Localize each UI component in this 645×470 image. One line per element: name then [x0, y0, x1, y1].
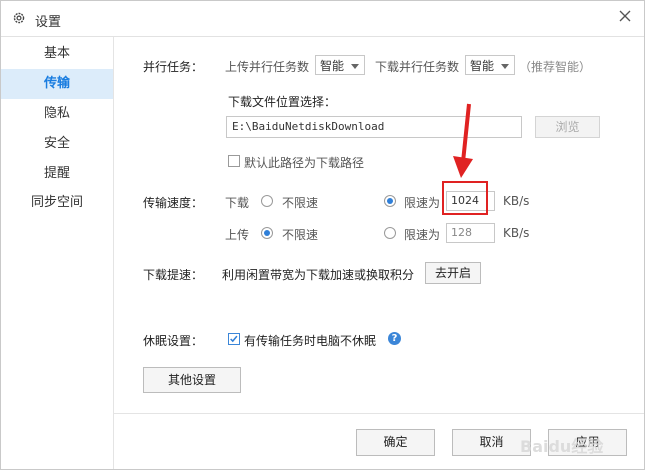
sidebar-item-reminder[interactable]: 提醒 [1, 159, 113, 189]
boost-description: 利用闲置带宽为下载加速或换取积分 [222, 268, 415, 282]
upload-limit-input[interactable]: 128 [446, 223, 495, 243]
default-path-label: 默认此路径为下载路径 [244, 156, 365, 170]
upload-parallel-select[interactable]: 智能 [315, 55, 365, 75]
download-location-heading: 下载文件位置选择： [228, 95, 337, 109]
speed-section-label: 传输速度： [143, 196, 204, 210]
settings-sidebar: 基本 传输 隐私 安全 提醒 同步空间 [1, 37, 114, 469]
title-bar: 设置 [1, 1, 644, 37]
settings-content: 并行任务： 上传并行任务数 智能 下载并行任务数 智能 （推荐智能） 下载文件位… [114, 37, 644, 469]
sidebar-item-transfer[interactable]: 传输 [1, 69, 113, 99]
download-parallel-value: 智能 [470, 59, 495, 73]
download-parallel-select[interactable]: 智能 [465, 55, 515, 75]
annotation-arrow-icon [453, 103, 473, 178]
boost-section-label: 下载提速： [143, 268, 204, 282]
annotation-highlight-box [442, 181, 488, 215]
upload-parallel-value: 智能 [320, 59, 345, 73]
sidebar-item-privacy[interactable]: 隐私 [1, 99, 113, 129]
browse-button[interactable]: 浏览 [535, 116, 600, 138]
download-limit-label: 限速为 [404, 196, 441, 210]
help-icon[interactable]: ? [388, 332, 401, 345]
chevron-down-icon [351, 64, 359, 69]
checkmark-icon [230, 335, 238, 343]
upload-limit-radio[interactable] [384, 227, 396, 239]
close-icon[interactable] [616, 7, 634, 25]
gear-icon [13, 12, 25, 24]
chevron-down-icon [501, 64, 509, 69]
upload-unit-label: KB/s [503, 226, 530, 240]
upload-unlimited-label: 不限速 [282, 228, 319, 242]
boost-enable-button[interactable]: 去开启 [425, 262, 481, 284]
sidebar-item-basic[interactable]: 基本 [1, 39, 113, 69]
sidebar-item-sync-space[interactable]: 同步空间 [1, 188, 113, 218]
sidebar-item-security[interactable]: 安全 [1, 129, 113, 159]
parallel-section-label: 并行任务： [143, 60, 204, 74]
ok-button[interactable]: 确定 [356, 429, 435, 456]
upload-parallel-label: 上传并行任务数 [225, 60, 310, 74]
default-path-checkbox[interactable] [228, 155, 240, 167]
download-parallel-label: 下载并行任务数 [375, 60, 460, 74]
no-sleep-checkbox[interactable] [228, 333, 240, 345]
download-unit-label: KB/s [503, 194, 530, 208]
upload-limit-label: 限速为 [404, 228, 441, 242]
upload-unlimited-radio[interactable] [261, 227, 273, 239]
watermark: Baidu经验 [520, 437, 604, 456]
download-unlimited-label: 不限速 [282, 196, 319, 210]
other-settings-button[interactable]: 其他设置 [143, 367, 241, 393]
download-unlimited-radio[interactable] [261, 195, 273, 207]
sleep-section-label: 休眠设置： [143, 334, 204, 348]
download-speed-label: 下载 [225, 196, 250, 210]
parallel-hint: （推荐智能） [519, 60, 592, 74]
upload-speed-label: 上传 [225, 228, 250, 242]
settings-window: 设置 基本 传输 隐私 安全 提醒 同步空间 并行任务： 上传并行任务数 智能 … [0, 0, 645, 470]
no-sleep-label: 有传输任务时电脑不休眠 [244, 334, 377, 348]
download-limit-radio[interactable] [384, 195, 396, 207]
footer-divider [114, 413, 644, 414]
window-title: 设置 [35, 15, 62, 30]
